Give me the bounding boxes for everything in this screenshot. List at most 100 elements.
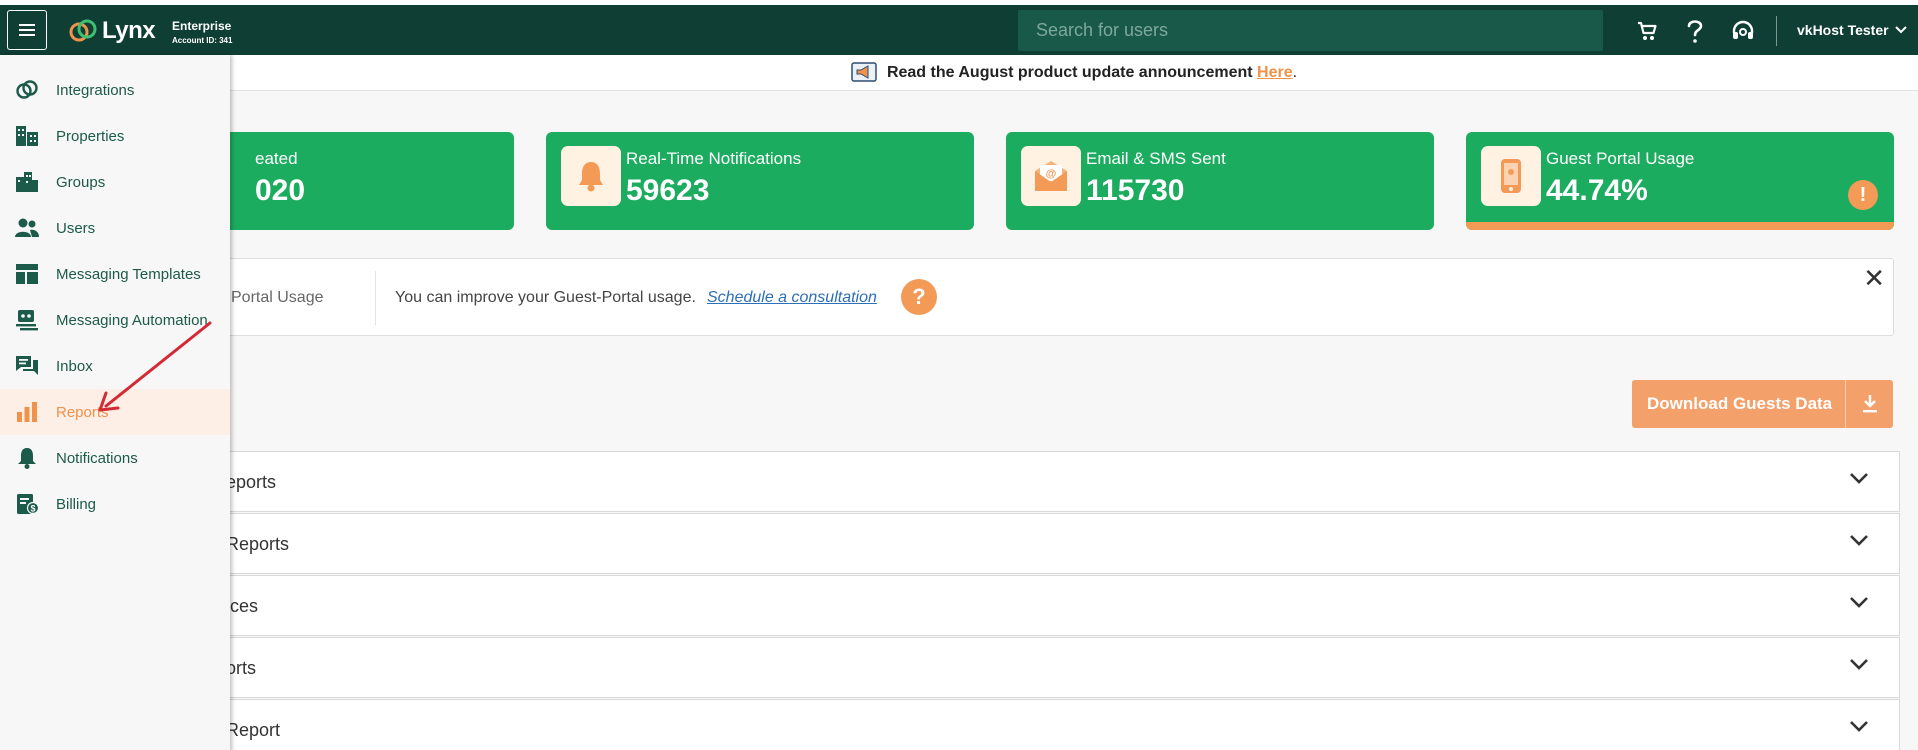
- sidebar-item-label: Users: [56, 220, 96, 237]
- sidebar-item-reports[interactable]: Reports: [0, 389, 230, 435]
- user-name: vkHost Tester: [1797, 22, 1889, 38]
- report-section[interactable]: orts: [200, 637, 1900, 698]
- bell-icon: [15, 447, 39, 469]
- sidebar-item-label: Groups: [56, 174, 106, 191]
- envelope-icon: @: [1021, 146, 1081, 206]
- menu-button[interactable]: [7, 10, 47, 50]
- lynx-logo-icon: [69, 19, 97, 42]
- logo-text: Lynx: [102, 17, 156, 44]
- chevron-down-icon: [1850, 473, 1868, 484]
- user-menu[interactable]: vkHost Tester: [1797, 22, 1907, 38]
- properties-icon: [15, 125, 39, 147]
- sidebar-item-messaging-templates[interactable]: Messaging Templates: [0, 251, 230, 297]
- sidebar-item-label: Properties: [56, 128, 125, 145]
- inbox-icon: [15, 355, 39, 377]
- sidebar-item-label: Integrations: [56, 82, 135, 99]
- tip-label: Portal Usage: [231, 289, 324, 306]
- download-guests-button[interactable]: Download Guests Data: [1632, 380, 1893, 428]
- chevron-down-icon: [1894, 26, 1907, 34]
- guest-portal-tip: Portal Usage You can improve your Guest-…: [200, 258, 1894, 336]
- stat-value: 115730: [1086, 174, 1185, 207]
- templates-icon: [15, 263, 39, 285]
- section-title: eports: [226, 472, 277, 492]
- schedule-consultation-link[interactable]: Schedule a consultation: [707, 289, 877, 307]
- account-id: Account ID: 341: [172, 36, 233, 45]
- alert-icon[interactable]: !: [1848, 180, 1878, 210]
- tip-divider: [375, 271, 376, 325]
- stat-card-guest-portal: Guest Portal Usage 44.74% !: [1466, 132, 1894, 230]
- sidebar-item-label: Inbox: [56, 358, 93, 375]
- sidebar: Integrations Properties Groups Users Mes…: [0, 55, 230, 750]
- tip-text: You can improve your Guest-Portal usage.: [395, 289, 696, 306]
- sidebar-item-groups[interactable]: Groups: [0, 159, 230, 205]
- reports-icon: [15, 401, 39, 423]
- chevron-down-icon: [1850, 721, 1868, 732]
- sidebar-item-label: Billing: [56, 496, 97, 513]
- groups-icon: [15, 171, 39, 193]
- stat-label: Real-Time Notifications: [626, 149, 802, 168]
- app-frame: Lynx Enterprise Account ID: 341 vkHost T…: [0, 0, 1918, 750]
- top-bar: Lynx Enterprise Account ID: 341 vkHost T…: [0, 5, 1918, 55]
- sidebar-item-inbox[interactable]: Inbox: [0, 343, 230, 389]
- stat-value: 44.74%: [1546, 174, 1648, 207]
- stat-label: Guest Portal Usage: [1546, 149, 1695, 168]
- sidebar-item-users[interactable]: Users: [0, 205, 230, 251]
- announcement-link[interactable]: Here: [1257, 64, 1293, 82]
- announcement-bar: Read the August product update announcem…: [230, 55, 1918, 91]
- question-icon: [1687, 20, 1703, 43]
- stat-card-notifications: Real-Time Notifications 59623: [546, 132, 974, 230]
- stat-value: 020: [255, 174, 306, 207]
- svg-text:@: @: [1046, 168, 1057, 180]
- download-label: Download Guests Data: [1647, 394, 1833, 413]
- stat-label: Email & SMS Sent: [1086, 149, 1226, 168]
- megaphone-icon: [851, 61, 877, 82]
- cart-button[interactable]: [1634, 18, 1660, 44]
- chevron-down-icon: [1850, 659, 1868, 670]
- sidebar-item-properties[interactable]: Properties: [0, 113, 230, 159]
- warning-bar: [1466, 222, 1894, 230]
- svg-text:$: $: [30, 504, 35, 514]
- plan-info: Enterprise Account ID: 341: [172, 19, 232, 45]
- report-section[interactable]: ices: [200, 575, 1900, 636]
- bell-icon: [561, 146, 621, 206]
- billing-icon: $: [15, 493, 39, 515]
- search-input[interactable]: [1018, 10, 1603, 51]
- support-button[interactable]: [1730, 18, 1756, 44]
- plan-name: Enterprise: [172, 19, 232, 33]
- announcement-trailing: .: [1292, 63, 1298, 81]
- close-icon[interactable]: ✕: [1863, 263, 1885, 294]
- sidebar-item-label: Messaging Templates: [56, 266, 201, 283]
- stat-value: 59623: [626, 174, 710, 207]
- announcement-text: Read the August product update announcem…: [886, 63, 1253, 81]
- phone-icon: [1481, 146, 1541, 206]
- report-section[interactable]: eports: [200, 451, 1900, 512]
- report-section[interactable]: Reports: [200, 513, 1900, 574]
- headset-icon: [1732, 20, 1754, 39]
- sidebar-item-messaging-automation[interactable]: Messaging Automation: [0, 297, 230, 343]
- stat-label: eated: [255, 149, 298, 168]
- hamburger-icon: [19, 24, 35, 36]
- help-button[interactable]: [1682, 18, 1708, 44]
- logo[interactable]: Lynx: [68, 17, 156, 45]
- automation-icon: [15, 309, 39, 331]
- download-icon: [1845, 380, 1893, 428]
- sidebar-item-label: Notifications: [56, 450, 138, 467]
- report-section[interactable]: Report: [200, 699, 1900, 750]
- section-title: ices: [226, 596, 259, 616]
- section-title: Report: [226, 720, 281, 740]
- sidebar-item-label: Reports: [56, 404, 109, 421]
- sidebar-item-notifications[interactable]: Notifications: [0, 435, 230, 481]
- help-circle-icon[interactable]: ?: [901, 279, 937, 315]
- users-icon: [15, 217, 39, 239]
- sidebar-item-billing[interactable]: $ Billing: [0, 481, 230, 527]
- sidebar-item-label: Messaging Automation: [56, 312, 208, 329]
- section-title: orts: [226, 658, 257, 678]
- chevron-down-icon: [1850, 535, 1868, 546]
- stat-card-email-sms: @ Email & SMS Sent 115730: [1006, 132, 1434, 230]
- sidebar-item-integrations[interactable]: Integrations: [0, 67, 230, 113]
- section-title: Reports: [226, 534, 290, 554]
- chevron-down-icon: [1850, 597, 1868, 608]
- cart-icon: [1638, 21, 1657, 40]
- toolbar-divider: [1776, 16, 1777, 46]
- integrations-icon: [15, 79, 39, 101]
